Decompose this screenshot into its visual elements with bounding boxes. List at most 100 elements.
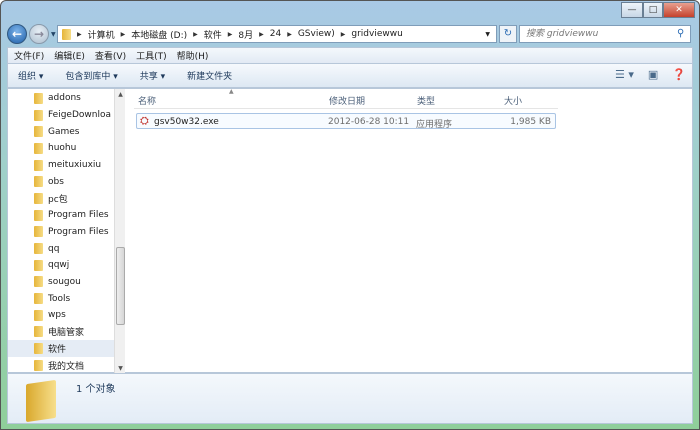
sidebar-item[interactable]: 电脑管家 (8, 324, 114, 341)
file-name: gsv50w32.exe (154, 117, 219, 127)
sidebar-item[interactable]: wps (8, 307, 114, 324)
view-options-icon[interactable]: ☰ ▾ (615, 68, 634, 81)
close-button[interactable]: ✕ (663, 2, 695, 18)
folder-icon (34, 359, 43, 371)
column-date[interactable]: 修改日期 (329, 94, 365, 107)
sidebar-item-label: qqwj (48, 260, 70, 271)
sidebar-scrollbar[interactable]: ▲ ▼ (114, 89, 125, 374)
search-input[interactable]: 搜索 gridviewwu (519, 25, 691, 43)
menu-edit[interactable]: 编辑(E) (54, 49, 85, 62)
folder-icon (34, 309, 43, 321)
crumb[interactable]: 24 (270, 29, 281, 39)
folder-large-icon (26, 379, 56, 423)
details-pane: 1 个对象 (7, 373, 693, 424)
sidebar-item[interactable]: huohu (8, 140, 114, 157)
crumb[interactable]: 本地磁盘 (D:) (131, 28, 187, 41)
sidebar-item[interactable]: 软件 (8, 340, 114, 357)
folder-icon (34, 176, 43, 188)
crumb[interactable]: 8月 (238, 28, 253, 41)
scroll-up-icon[interactable]: ▲ (116, 91, 125, 98)
sidebar-item[interactable]: qqwj (8, 257, 114, 274)
file-type: 应用程序 (416, 120, 453, 130)
search-icon[interactable]: ⚲ (677, 28, 684, 39)
recent-pages-dropdown[interactable]: ▼ (51, 31, 56, 38)
new-folder-button[interactable]: 新建文件夹 (187, 69, 232, 82)
sidebar-item-label: FeigeDownloa (48, 110, 111, 121)
help-icon[interactable]: ❓ (672, 68, 686, 81)
explorer-window: — □ ✕ ← → ▼ ▶ 计算机 ▶ 本地磁盘 (D:) ▶ 软件 ▶ 8月 ▶ 24 … (0, 0, 700, 430)
address-bar[interactable]: ▶ 计算机 ▶ 本地磁盘 (D:) ▶ 软件 ▶ 8月 ▶ 24 ▶ GSview) ▶ gr… (57, 25, 497, 43)
folder-icon (34, 226, 43, 238)
sidebar-item-label: 软件 (48, 345, 67, 356)
menu-tools[interactable]: 工具(T) (136, 49, 167, 62)
folder-icon (34, 126, 43, 138)
crumb[interactable]: 软件 (204, 28, 222, 41)
organize-button[interactable]: 组织 ▾ (18, 69, 43, 82)
menu-file[interactable]: 文件(F) (14, 49, 44, 62)
maximize-button[interactable]: □ (643, 2, 663, 18)
sidebar-item-label: Games (48, 126, 80, 137)
sidebar-item-label: obs (48, 176, 64, 187)
column-type[interactable]: 类型 (417, 94, 435, 107)
sidebar-item-label: qq (48, 243, 60, 254)
minimize-button[interactable]: — (621, 2, 643, 18)
menu-view[interactable]: 查看(V) (95, 49, 126, 62)
crumb[interactable]: GSview) (298, 29, 335, 39)
sort-ascending-icon: ▲ (229, 88, 234, 95)
folder-icon (34, 192, 43, 204)
title-bar: — □ ✕ (1, 1, 699, 21)
folder-icon (62, 28, 71, 40)
column-size[interactable]: 大小 (504, 94, 522, 107)
folder-icon (34, 92, 43, 104)
folder-icon (34, 159, 43, 171)
crumb[interactable]: gridviewwu (351, 29, 402, 39)
sidebar-item[interactable]: addons (8, 90, 114, 107)
address-dropdown-icon[interactable]: ▼ (485, 31, 490, 38)
sidebar-item[interactable]: FeigeDownloa (8, 107, 114, 124)
sidebar-item-label: pc包 (48, 194, 68, 205)
folder-icon (34, 293, 43, 305)
column-name[interactable]: 名称 (138, 94, 156, 107)
command-bar: 组织 ▾ 包含到库中 ▾ 共享 ▾ 新建文件夹 ☰ ▾ ▣ ❓ (7, 64, 693, 88)
file-row[interactable]: ⛭ gsv50w32.exe 2012-06-28 10:11 应用程序 1,9… (136, 113, 556, 130)
folder-icon (34, 276, 43, 288)
sidebar-item[interactable]: Games (8, 123, 114, 140)
sidebar-item-label: wps (48, 310, 66, 321)
folder-icon (34, 243, 43, 255)
sidebar-item-label: sougou (48, 276, 81, 287)
menu-help[interactable]: 帮助(H) (177, 49, 209, 62)
scrollbar-thumb[interactable] (116, 247, 125, 325)
file-date: 2012-06-28 10:11 (328, 117, 410, 127)
forward-button[interactable]: → (29, 24, 49, 44)
sidebar-item[interactable]: pc包 (8, 190, 114, 207)
menu-bar: 文件(F) 编辑(E) 查看(V) 工具(T) 帮助(H) (7, 47, 693, 64)
preview-pane-icon[interactable]: ▣ (648, 68, 658, 81)
file-list: 名称 ▲ 修改日期 类型 大小 ⛭ gsv50w32.exe 2012-06-2… (128, 88, 692, 374)
sidebar-item[interactable]: qq (8, 240, 114, 257)
item-count: 1 个对象 (76, 384, 116, 395)
refresh-button[interactable]: ↻ (499, 25, 517, 43)
back-button[interactable]: ← (7, 24, 27, 44)
sidebar-item[interactable]: 我的文档 (8, 357, 114, 374)
scroll-down-icon[interactable]: ▼ (116, 365, 125, 372)
folder-icon (34, 259, 43, 271)
sidebar-item-label: addons (48, 93, 81, 104)
sidebar-item[interactable]: Program Files (8, 224, 114, 241)
share-button[interactable]: 共享 ▾ (140, 69, 165, 82)
sidebar-item-label: Program Files (48, 210, 109, 221)
sidebar-item[interactable]: meituxiuxiu (8, 157, 114, 174)
folder-icon (34, 326, 43, 338)
sidebar-item[interactable]: sougou (8, 274, 114, 291)
folder-icon (34, 142, 43, 154)
sidebar-item[interactable]: obs (8, 173, 114, 190)
folder-icon (34, 209, 43, 221)
crumb[interactable]: 计算机 (88, 28, 115, 41)
sidebar-item-label: meituxiuxiu (48, 160, 102, 171)
sidebar-item-label: Tools (48, 293, 71, 304)
sidebar-item-label: 电脑管家 (48, 328, 85, 339)
sidebar-item[interactable]: Program Files (8, 207, 114, 224)
include-in-library-button[interactable]: 包含到库中 ▾ (65, 69, 117, 82)
gsview-app-icon: ⛭ (140, 114, 149, 127)
sidebar-item[interactable]: Tools (8, 290, 114, 307)
folder-icon (34, 109, 43, 121)
